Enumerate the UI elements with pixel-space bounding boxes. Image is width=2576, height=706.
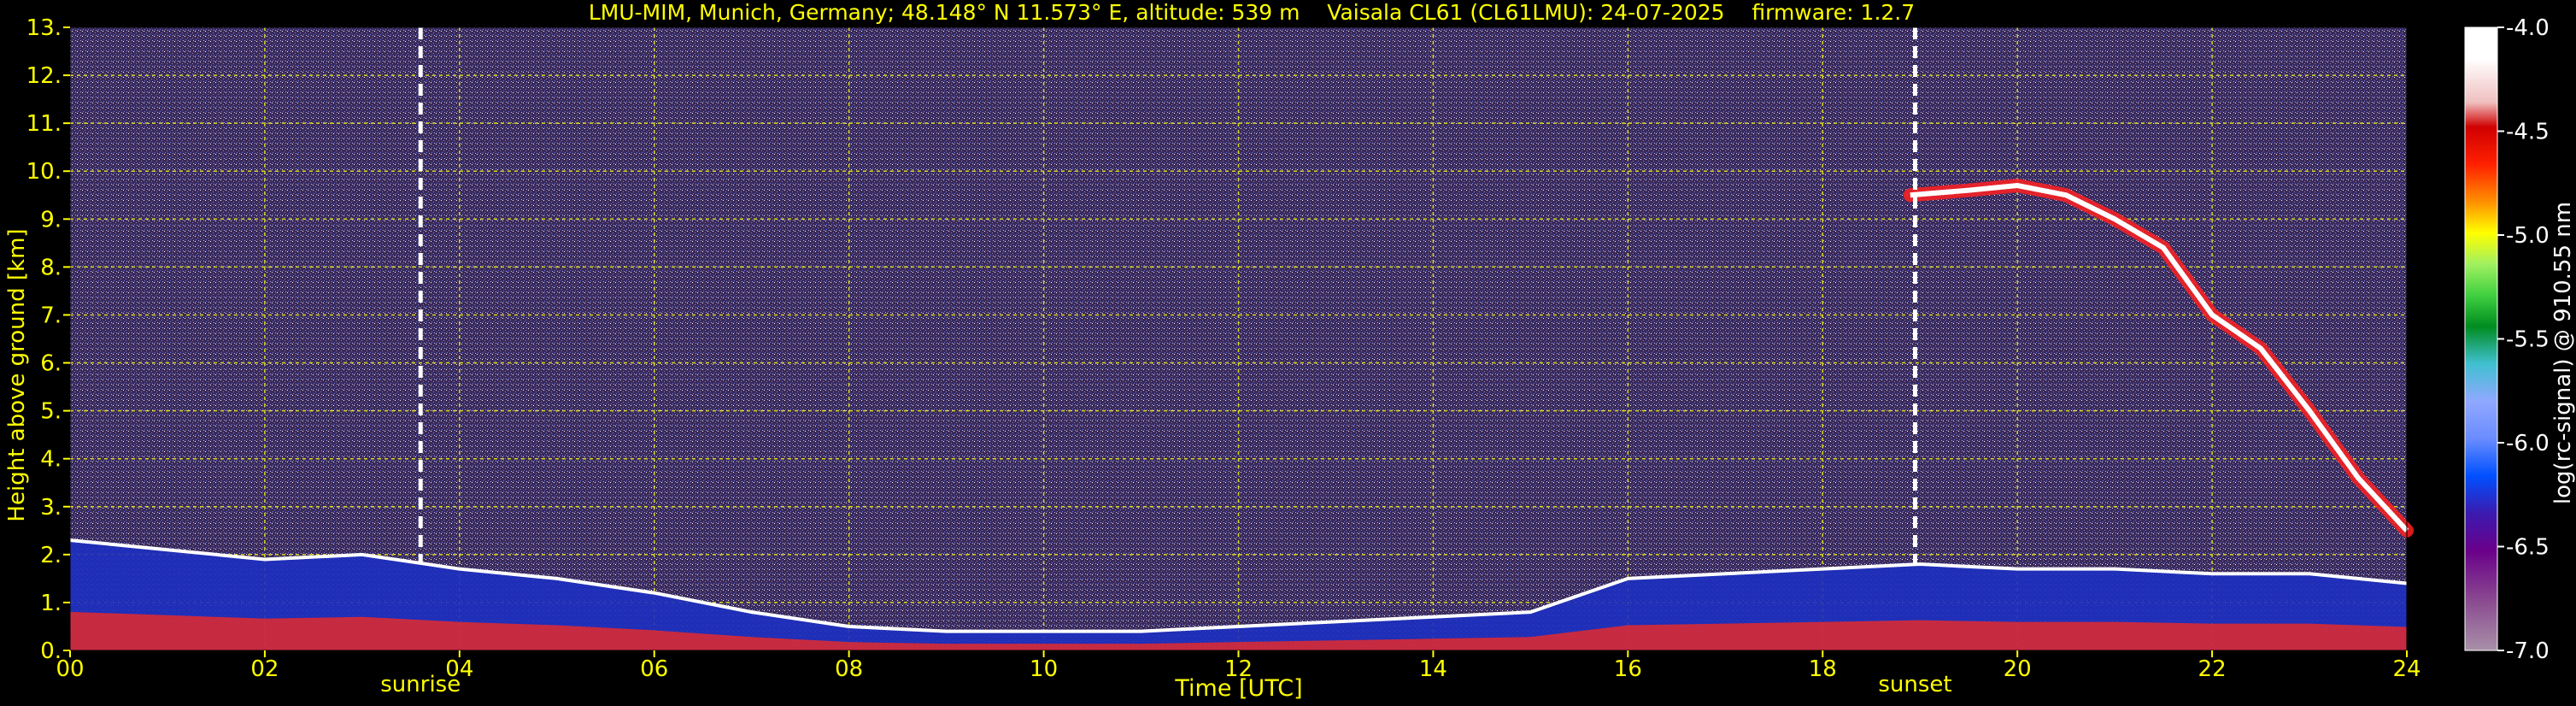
colorbar-tick-label: -4.0: [2506, 15, 2550, 41]
colorbar-label: log(rc-signal) @ 910.55 nm: [2550, 201, 2576, 505]
y-tick-label: 7.: [40, 303, 62, 328]
x-tick-label: 18: [1809, 656, 1837, 682]
x-tick-label: 22: [2198, 656, 2227, 682]
y-tick-label: 10.: [26, 159, 62, 185]
colorbar-tick-label: -4.5: [2506, 120, 2550, 145]
y-tick-label: 11.: [26, 111, 62, 137]
y-tick-label: 5.: [40, 399, 62, 425]
y-tick-label: 8.: [40, 255, 62, 280]
y-tick-label: 1.: [40, 591, 62, 616]
y-tick-label: 9.: [40, 207, 62, 232]
sunrise-label: sunrise: [380, 672, 461, 697]
y-tick-label: 3.: [40, 495, 62, 521]
colorbar-tick-label: -7.0: [2506, 638, 2550, 664]
colorbar-tick-label: -5.0: [2506, 223, 2550, 249]
y-tick-label: 2.: [40, 543, 62, 568]
y-tick-label: 6.: [40, 351, 62, 377]
x-tick-label: 16: [1614, 656, 1642, 682]
y-tick-label: 0.: [40, 638, 62, 664]
y-tick-label: 4.: [40, 447, 62, 473]
x-tick-label: 20: [2004, 656, 2032, 682]
sunset-label: sunset: [1878, 672, 1952, 697]
y-tick-label: 12.: [26, 63, 62, 89]
x-axis-label: Time [UTC]: [1175, 675, 1303, 702]
x-tick-label: 08: [835, 656, 863, 682]
y-axis-label: Height above ground [km]: [4, 228, 30, 522]
x-tick-label: 24: [2392, 656, 2421, 682]
x-tick-label: 06: [640, 656, 668, 682]
x-tick-label: 02: [250, 656, 279, 682]
colorbar: [2464, 26, 2498, 651]
colorbar-tick-label: -6.5: [2506, 535, 2550, 561]
x-tick-label: 14: [1419, 656, 1447, 682]
x-tick-label: 10: [1030, 656, 1058, 682]
chart-title: LMU-MIM, Munich, Germany; 48.148° N 11.5…: [588, 0, 1916, 25]
ceilometer-plot: 00 02 04 06 08 10 12 14 16 18 20 22 240.1.2.3.4.5.6.…: [26, 15, 2550, 682]
colorbar-tick-label: -5.5: [2506, 327, 2550, 353]
colorbar-tick-label: -6.0: [2506, 431, 2550, 456]
